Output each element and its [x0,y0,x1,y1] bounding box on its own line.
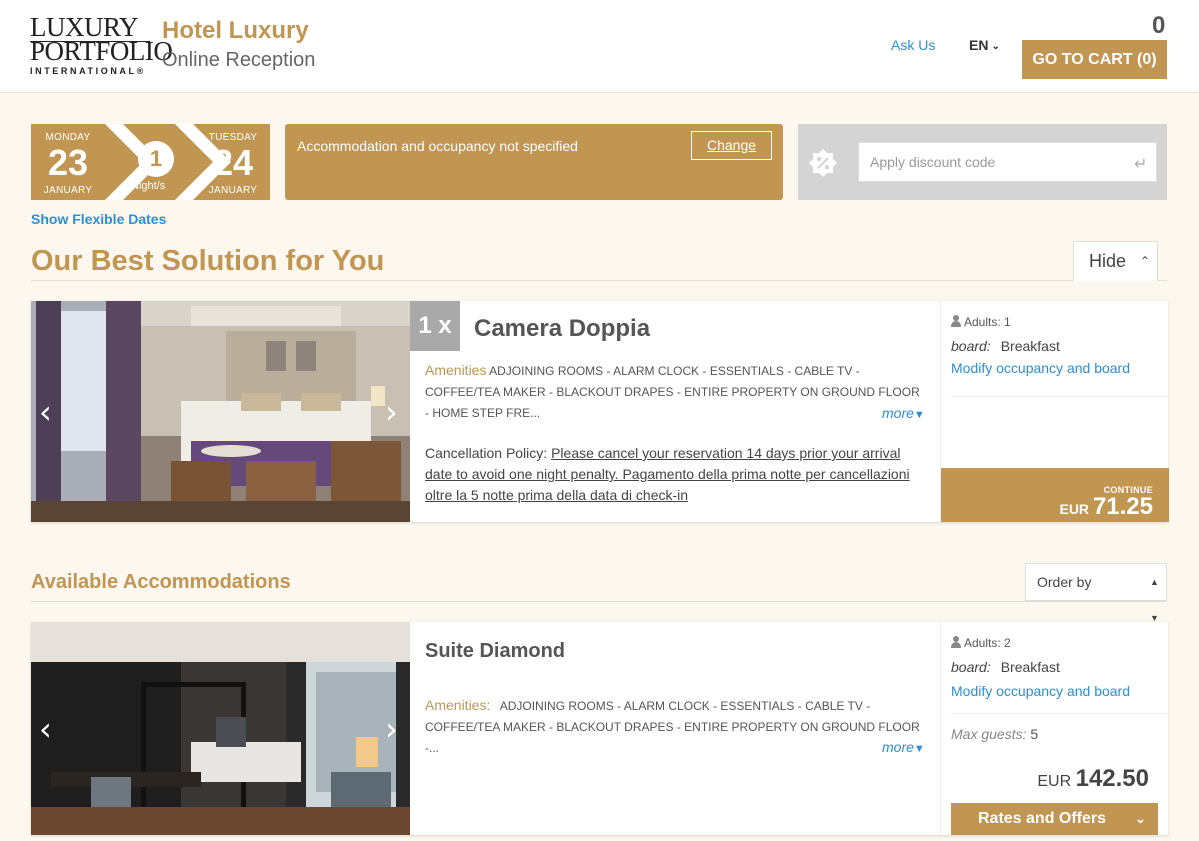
chevron-up-icon: ⌃ [1140,254,1151,268]
max-guests-info: Max guests: 5 [951,726,1038,742]
best-solution-card: ‹ › 1 x Camera Doppia Amenities ADJOININ… [31,301,1169,522]
discount-box: Apply discount code ↵ [798,124,1167,200]
person-icon [951,636,961,648]
occupancy-box: Accommodation and occupancy not specifie… [285,124,783,200]
board-value: Breakfast [1000,659,1060,675]
adults-label: Adults: [964,636,1001,650]
room-photo: ‹ › [31,622,410,835]
divider [951,396,1169,397]
max-guests-value: 5 [1030,726,1039,742]
adults-count: 2 [1004,636,1011,650]
chevron-down-icon: ⌄ [991,41,1000,52]
enter-icon[interactable]: ↵ [1134,154,1147,174]
triangle-down-icon: ▼ [913,743,925,755]
room-card: ‹ › Suite Diamond Amenities: ADJOINING R… [31,622,1169,835]
checkin-day: 23 [47,142,89,183]
page-subtitle: Online Reception [162,49,316,71]
more-amenities-link[interactable]: more▼ [882,405,925,421]
discount-code-input[interactable]: Apply discount code [858,142,1157,182]
discount-badge-icon [809,149,837,177]
modify-occupancy-link[interactable]: Modify occupancy and board [951,360,1130,376]
adults-info: Adults: 2 [951,636,1011,650]
price-value: 71.25 [1092,493,1153,520]
bedroom-image [31,301,410,522]
previous-photo-arrow[interactable]: ‹ [39,393,52,431]
amenities-label: Amenities: [425,697,491,713]
cancellation-label: Cancellation Policy [425,445,544,461]
order-by-select[interactable]: Order by ▲ ▼ [1025,563,1167,623]
language-label: EN [969,37,989,53]
best-price: EUR 71.25 [941,493,1153,521]
show-flexible-dates-link[interactable]: Show Flexible Dates [31,211,166,227]
adults-label: Adults: [964,315,1001,329]
max-guests-label: Max guests: [951,726,1027,742]
checkout-date: TUESDAY 24 JANUARY [196,124,270,196]
occupancy-message: Accommodation and occupancy not specifie… [297,138,578,154]
section-divider [31,601,1167,602]
brand-logo[interactable]: LUXURY PORTFOLIO INTERNATIONAL® [30,14,173,78]
cart-count: 0 [1152,12,1166,39]
logo-line-3: INTERNATIONAL® [30,66,146,76]
room-name: Camera Doppia [474,315,651,342]
rates-label: Rates and Offers [978,810,1107,827]
room-photo: ‹ › [31,301,410,522]
checkout-day: 24 [212,142,254,183]
available-accommodations-title: Available Accommodations [31,571,291,593]
amenities-text: Amenities: ADJOINING ROOMS - ALARM CLOCK… [425,695,927,759]
modify-occupancy-link[interactable]: Modify occupancy and board [951,683,1130,699]
room-price: EUR 142.50 [951,765,1149,793]
nights-label: Night/s [131,180,166,192]
board-label: board: [951,659,991,675]
chevron-down-icon: ⌄ [1135,811,1146,826]
nights-count: 1 [138,141,174,177]
amenities-text: Amenities ADJOINING ROOMS - ALARM CLOCK … [425,360,927,424]
next-photo-arrow[interactable]: › [385,393,398,431]
room-name: Suite Diamond [425,640,566,662]
change-button[interactable]: Change [691,131,772,160]
checkout-month: JANUARY [208,185,258,196]
currency: EUR [1059,501,1090,517]
header: LUXURY PORTFOLIO INTERNATIONAL® Hotel Lu… [0,0,1199,93]
ask-us-link[interactable]: Ask Us [891,37,935,53]
logo-line-2: PORTFOLIO [30,36,173,66]
cancellation-policy: Cancellation Policy: Please cancel your … [425,445,910,503]
next-photo-arrow[interactable]: › [385,710,398,748]
more-label: more [882,405,914,421]
person-icon [951,315,961,327]
order-by-label: Order by [1037,574,1092,590]
section-divider [31,280,1167,281]
checkin-date: MONDAY 23 JANUARY [31,124,105,196]
checkin-month: JANUARY [43,185,93,196]
rates-and-offers-button[interactable]: Rates and Offers ⌄ [951,803,1158,835]
more-label: more [882,739,914,755]
hide-label: Hide [1089,251,1127,271]
best-solution-title: Our Best Solution for You [31,245,385,277]
booking-sidebar: Adults: 1 board: Breakfast Modify occupan… [940,301,1169,522]
amenities-label: Amenities [425,362,487,378]
board-info: board: Breakfast [951,659,1060,675]
board-label: board: [951,338,991,354]
hotel-name: Hotel Luxury [162,17,309,44]
board-value: Breakfast [1000,338,1060,354]
amenities-list: ADJOINING ROOMS - ALARM CLOCK - ESSENTIA… [425,364,920,420]
divider [951,713,1169,714]
booking-sidebar: Adults: 2 board: Breakfast Modify occupan… [940,622,1169,835]
adults-count: 1 [1004,315,1011,329]
language-selector[interactable]: EN ⌄ [969,37,1000,53]
amenities-list: ADJOINING ROOMS - ALARM CLOCK - ESSENTIA… [425,699,920,755]
triangle-down-icon: ▼ [913,409,925,421]
suite-image [31,622,410,835]
quantity-badge: 1 x [410,301,460,351]
price-value: 142.50 [1075,765,1149,792]
previous-photo-arrow[interactable]: ‹ [39,710,52,748]
board-info: board: Breakfast [951,338,1060,354]
go-to-cart-button[interactable]: GO TO CART (0) [1022,40,1167,79]
currency: EUR [1037,773,1072,790]
more-amenities-link[interactable]: more▼ [882,739,925,755]
adults-info: Adults: 1 [951,315,1011,329]
hide-button[interactable]: Hide ⌃ [1073,241,1158,281]
continue-button[interactable]: CONTINUE EUR 71.25 [941,468,1169,522]
